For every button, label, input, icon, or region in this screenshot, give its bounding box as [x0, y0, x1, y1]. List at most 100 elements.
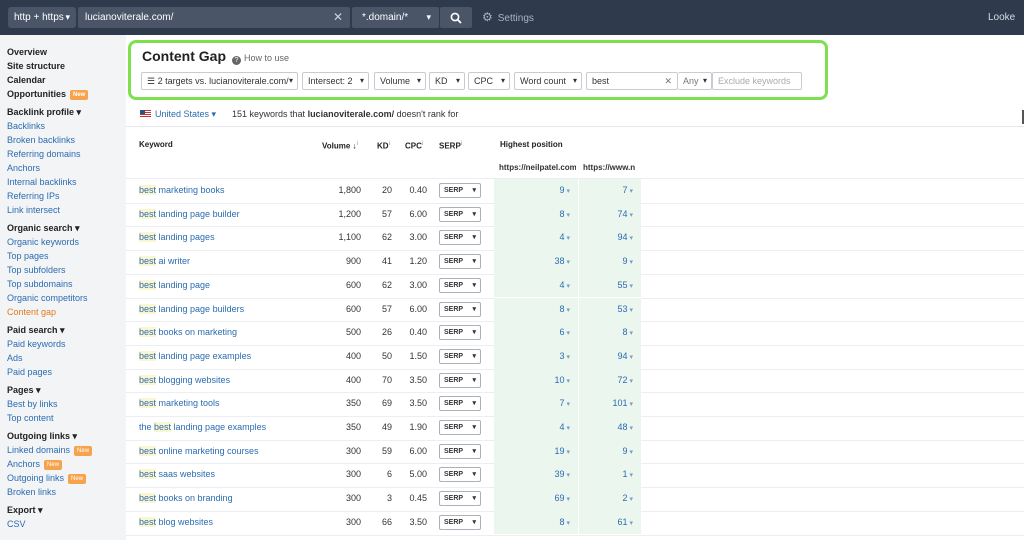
- keyword-link[interactable]: best landing page builder: [139, 203, 240, 227]
- targets-filter[interactable]: ☰ 2 targets vs. lucianoviterale.com/: [141, 72, 298, 90]
- sidebar-item[interactable]: Top subfolders: [7, 263, 126, 277]
- keyword-link[interactable]: best landing page: [139, 274, 210, 298]
- keyword-header[interactable]: Keyword: [139, 140, 173, 149]
- sidebar-item[interactable]: Referring domains: [7, 147, 126, 161]
- protocol-select[interactable]: http + https: [8, 7, 76, 28]
- sidebar-heading[interactable]: Overview: [7, 45, 126, 59]
- sidebar-item[interactable]: Broken backlinks: [7, 133, 126, 147]
- position-value[interactable]: 101: [613, 392, 634, 417]
- position-value[interactable]: 10: [555, 369, 570, 394]
- position-value[interactable]: 8: [623, 321, 633, 346]
- position-value[interactable]: 74: [618, 203, 633, 228]
- position-value[interactable]: 72: [618, 369, 633, 394]
- how-to-use-link[interactable]: ? How to use: [232, 53, 289, 65]
- serp-header[interactable]: SERPi: [439, 140, 462, 151]
- position-value[interactable]: 4: [560, 416, 570, 441]
- kd-filter[interactable]: KD: [429, 72, 465, 90]
- cpc-header[interactable]: CPCi: [405, 140, 423, 151]
- search-button[interactable]: [440, 7, 472, 28]
- sidebar-item[interactable]: Top content: [7, 411, 126, 425]
- serp-button[interactable]: SERP: [439, 254, 481, 270]
- keyword-link[interactable]: best marketing tools: [139, 392, 220, 416]
- serp-button[interactable]: SERP: [439, 467, 481, 483]
- sidebar-item[interactable]: Anchors New: [7, 457, 126, 471]
- sidebar-heading[interactable]: Organic search ▾: [7, 221, 126, 235]
- position-value[interactable]: 19: [555, 440, 570, 465]
- sidebar-heading[interactable]: Pages ▾: [7, 383, 126, 397]
- keyword-link[interactable]: best books on branding: [139, 487, 233, 511]
- sidebar-heading[interactable]: Backlink profile ▾: [7, 105, 126, 119]
- target1-header[interactable]: https://neilpatel.com: [499, 163, 576, 172]
- sidebar-item[interactable]: Best by links: [7, 397, 126, 411]
- keyword-link[interactable]: best saas websites: [139, 463, 215, 487]
- position-value[interactable]: 8: [560, 203, 570, 228]
- user-menu[interactable]: Looke: [988, 7, 1015, 28]
- position-value[interactable]: 7: [560, 392, 570, 417]
- clear-keyword-icon[interactable]: ✕: [664, 73, 672, 89]
- sidebar-heading[interactable]: Calendar: [7, 73, 126, 87]
- serp-button[interactable]: SERP: [439, 206, 481, 222]
- position-value[interactable]: 7: [623, 179, 633, 204]
- keyword-link[interactable]: best marketing books: [139, 179, 225, 203]
- sidebar-heading[interactable]: Export ▾: [7, 503, 126, 517]
- target2-header[interactable]: https://www.n: [583, 163, 641, 172]
- keyword-link[interactable]: best books on marketing: [139, 321, 237, 345]
- position-value[interactable]: 61: [618, 511, 633, 536]
- settings-button[interactable]: ⚙ Settings: [482, 7, 534, 28]
- include-keyword-input[interactable]: best ✕: [586, 72, 678, 90]
- serp-button[interactable]: SERP: [439, 183, 481, 198]
- position-value[interactable]: 48: [618, 416, 633, 441]
- position-value[interactable]: 2: [623, 487, 633, 512]
- sidebar-item[interactable]: Referring IPs: [7, 189, 126, 203]
- country-select[interactable]: United States ▾: [140, 109, 216, 120]
- keyword-link[interactable]: best landing page examples: [139, 345, 251, 369]
- sidebar-item[interactable]: Organic competitors: [7, 291, 126, 305]
- position-value[interactable]: 53: [618, 298, 633, 323]
- cpc-filter[interactable]: CPC: [468, 72, 510, 90]
- position-value[interactable]: 38: [555, 250, 570, 275]
- position-value[interactable]: 8: [560, 298, 570, 323]
- volume-filter[interactable]: Volume: [374, 72, 426, 90]
- sidebar-item[interactable]: Paid pages: [7, 365, 126, 379]
- exclude-keywords-input[interactable]: Exclude keywords: [712, 72, 802, 90]
- keyword-link[interactable]: best ai writer: [139, 250, 190, 274]
- position-value[interactable]: 94: [618, 226, 633, 251]
- serp-button[interactable]: SERP: [439, 420, 481, 435]
- serp-button[interactable]: SERP: [439, 277, 481, 293]
- serp-button[interactable]: SERP: [439, 372, 481, 388]
- sidebar-item[interactable]: Link intersect: [7, 203, 126, 217]
- sidebar-item[interactable]: Organic keywords: [7, 235, 126, 249]
- mode-select[interactable]: *.domain/*: [352, 7, 439, 28]
- sidebar-heading[interactable]: Paid search ▾: [7, 323, 126, 337]
- kd-header[interactable]: KDi: [377, 140, 390, 151]
- serp-button[interactable]: SERP: [439, 443, 481, 459]
- position-value[interactable]: 9: [560, 179, 570, 204]
- sidebar-item[interactable]: Content gap: [7, 305, 126, 319]
- serp-button[interactable]: SERP: [439, 491, 481, 507]
- sidebar-item[interactable]: Internal backlinks: [7, 175, 126, 189]
- sidebar-item[interactable]: Ads: [7, 351, 126, 365]
- intersect-filter[interactable]: Intersect: 2: [302, 72, 369, 90]
- position-value[interactable]: 4: [560, 226, 570, 251]
- position-value[interactable]: 69: [555, 487, 570, 512]
- serp-button[interactable]: SERP: [439, 348, 481, 364]
- position-value[interactable]: 6: [560, 321, 570, 346]
- position-value[interactable]: 9: [623, 440, 633, 465]
- sidebar-item[interactable]: Top subdomains: [7, 277, 126, 291]
- position-value[interactable]: 9: [623, 250, 633, 275]
- sidebar-item[interactable]: Outgoing links New: [7, 471, 126, 485]
- position-value[interactable]: 3: [560, 345, 570, 370]
- keyword-link[interactable]: best landing page builders: [139, 298, 244, 322]
- keyword-link[interactable]: best online marketing courses: [139, 440, 259, 464]
- sidebar-item[interactable]: Top pages: [7, 249, 126, 263]
- serp-button[interactable]: SERP: [439, 396, 481, 412]
- volume-header[interactable]: Volume ↓i: [322, 140, 358, 151]
- sidebar-item[interactable]: Anchors: [7, 161, 126, 175]
- position-value[interactable]: 1: [623, 463, 633, 488]
- any-select[interactable]: Any: [678, 72, 712, 90]
- position-value[interactable]: 55: [618, 274, 633, 299]
- keyword-link[interactable]: best blog websites: [139, 511, 213, 535]
- serp-button[interactable]: SERP: [439, 301, 481, 317]
- serp-button[interactable]: SERP: [439, 230, 481, 246]
- sidebar-heading[interactable]: Site structure: [7, 59, 126, 73]
